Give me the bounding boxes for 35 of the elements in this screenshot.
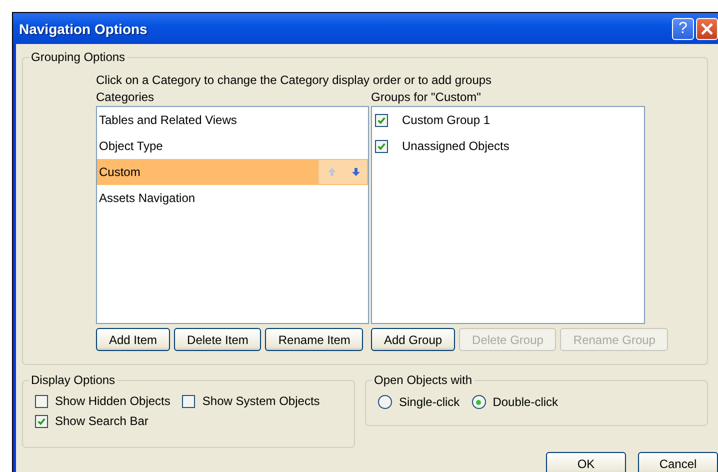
radio-button[interactable] xyxy=(378,395,392,409)
option-label: Show System Objects xyxy=(202,394,320,408)
list-label: Groups for "Custom" xyxy=(371,90,482,104)
category-item[interactable]: Tables and Related Views xyxy=(97,107,368,133)
option-label: Show Search Bar xyxy=(55,414,148,428)
checkbox[interactable] xyxy=(35,414,48,428)
option-label: Double-click xyxy=(492,395,558,409)
radio-button[interactable] xyxy=(472,395,486,409)
list-button[interactable]: Delete Item xyxy=(174,328,262,351)
instruction-text: Click on a Category to change the Category display order or to add groups xyxy=(96,73,493,87)
option-label: Single-click xyxy=(399,395,460,409)
group-legend: Grouping Options xyxy=(29,50,128,64)
group-label: Custom Group 1 xyxy=(402,113,490,127)
window-title: Navigation Options xyxy=(19,20,148,36)
group-label: Unassigned Objects xyxy=(402,139,510,153)
list-button[interactable]: Add Item xyxy=(96,328,170,351)
checkbox[interactable] xyxy=(182,394,196,408)
list-button[interactable]: Rename Item xyxy=(265,328,364,351)
help-button[interactable]: ? xyxy=(672,18,694,40)
checkbox[interactable] xyxy=(35,394,48,408)
list-button[interactable]: Add Group xyxy=(371,328,456,351)
category-item[interactable]: Assets Navigation xyxy=(97,185,368,211)
category-item[interactable]: Object Type xyxy=(97,133,368,159)
group-legend: Open Objects with xyxy=(372,373,474,387)
checkbox[interactable] xyxy=(375,114,388,126)
option-label: Show Hidden Objects xyxy=(55,394,170,408)
category-item[interactable]: Custom xyxy=(97,159,368,185)
close-icon xyxy=(700,22,714,36)
close-button[interactable] xyxy=(696,18,718,40)
move-down-icon[interactable] xyxy=(351,167,361,177)
group-legend: Display Options xyxy=(29,373,118,387)
dialog-button[interactable]: OK xyxy=(546,452,626,472)
checkbox[interactable] xyxy=(375,140,388,152)
dialog-button[interactable]: Cancel xyxy=(638,452,718,472)
list-label: Categories xyxy=(96,90,156,104)
